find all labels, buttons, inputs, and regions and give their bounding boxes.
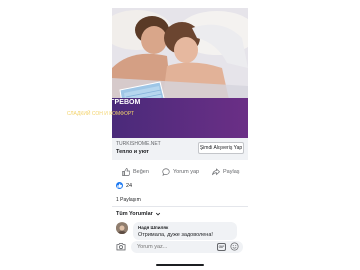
share-count[interactable]: 1 Paylaşım <box>116 197 141 203</box>
like-label: Beğen <box>133 169 149 175</box>
chevron-down-icon <box>155 212 160 216</box>
gif-icon[interactable]: GIF <box>217 243 226 251</box>
like-button[interactable]: Beğen <box>122 166 149 178</box>
share-label: Paylaş <box>223 169 240 175</box>
camera-icon[interactable] <box>116 242 126 251</box>
shop-now-button[interactable]: Şimdi Alışveriş Yap <box>198 142 244 154</box>
divider <box>112 206 248 207</box>
link-title[interactable]: Тепло и уют <box>116 149 149 155</box>
comment-composer: GIF <box>116 241 246 253</box>
comments-filter-label: Tüm Yorumlar <box>116 211 153 217</box>
home-indicator <box>156 264 204 266</box>
comments-filter-dropdown[interactable]: Tüm Yorumlar <box>116 211 161 217</box>
thumbs-up-icon <box>122 168 130 176</box>
comment-input-container[interactable]: GIF <box>131 241 243 253</box>
comment-label: Yorum yap <box>173 169 200 175</box>
emoji-icon[interactable] <box>230 242 239 251</box>
like-reaction-icon <box>116 182 123 189</box>
share-button[interactable]: Paylaş <box>212 166 240 178</box>
post-actions: Beğen Yorum yap Paylaş <box>112 166 248 178</box>
banner-title: ПРОСТЫНЯ С ПОДОГРЕВОМ <box>38 99 141 106</box>
comment-icon <box>162 168 170 176</box>
comment-input[interactable] <box>137 241 207 253</box>
link-domain: TURKISHOME.NET <box>116 141 161 147</box>
reaction-count: 24 <box>126 182 133 189</box>
ad-image[interactable] <box>112 8 248 138</box>
comment-button[interactable]: Yorum yap <box>162 166 199 178</box>
share-arrow-icon <box>212 168 220 176</box>
comment-text: Отримала, дуже задоволена! <box>138 232 213 238</box>
banner-subtitle: СЛАДКИЙ СОН И КОМФОРТ <box>66 111 134 117</box>
avatar[interactable] <box>116 222 128 234</box>
reaction-summary[interactable]: 24 <box>116 182 132 189</box>
comment-author[interactable]: Надя Шпиляк <box>138 225 168 230</box>
